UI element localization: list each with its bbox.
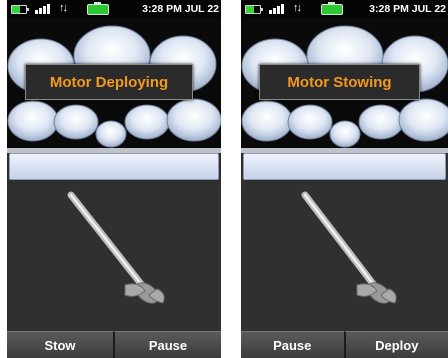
battery-icon: [87, 2, 109, 15]
motor-icon: [67, 191, 165, 304]
sync-arrows-icon: ↑↓: [293, 2, 302, 14]
pause-button[interactable]: Pause: [241, 331, 344, 358]
stow-button[interactable]: Stow: [7, 331, 113, 358]
battery-icon: [321, 2, 343, 15]
progress-bar: [243, 153, 446, 180]
status-bar: ↑↓ 3:28 PM JUL 22: [7, 0, 221, 18]
progress-bar: [9, 153, 219, 180]
signal-icon: [269, 4, 285, 14]
motor-graphic-area: [241, 181, 448, 331]
device-battery-icon: [11, 5, 29, 14]
screen-motor-stowing: ↑↓ 3:28 PM JUL 22 Motor Stowing Pause De…: [241, 0, 448, 358]
device-battery-icon: [245, 5, 263, 14]
action-bar: Stow Pause: [7, 331, 221, 358]
motor-icon: [301, 191, 397, 304]
motor-status-title: Motor Deploying: [25, 64, 193, 100]
action-bar: Pause Deploy: [241, 331, 448, 358]
sync-arrows-icon: ↑↓: [59, 2, 68, 14]
screen-motor-deploying: ↑↓ 3:28 PM JUL 22 Motor Deploying Stow P…: [7, 0, 221, 358]
status-time: 3:28 PM JUL 22: [142, 3, 219, 15]
status-bar: ↑↓ 3:28 PM JUL 22: [241, 0, 448, 18]
header-graphic: Motor Deploying: [7, 18, 221, 148]
motor-status-title: Motor Stowing: [259, 64, 420, 100]
pause-button[interactable]: Pause: [113, 331, 221, 358]
status-time: 3:28 PM JUL 22: [369, 3, 446, 15]
header-graphic: Motor Stowing: [241, 18, 448, 148]
signal-icon: [35, 4, 51, 14]
deploy-button[interactable]: Deploy: [343, 331, 448, 358]
motor-graphic-area: [7, 181, 221, 331]
